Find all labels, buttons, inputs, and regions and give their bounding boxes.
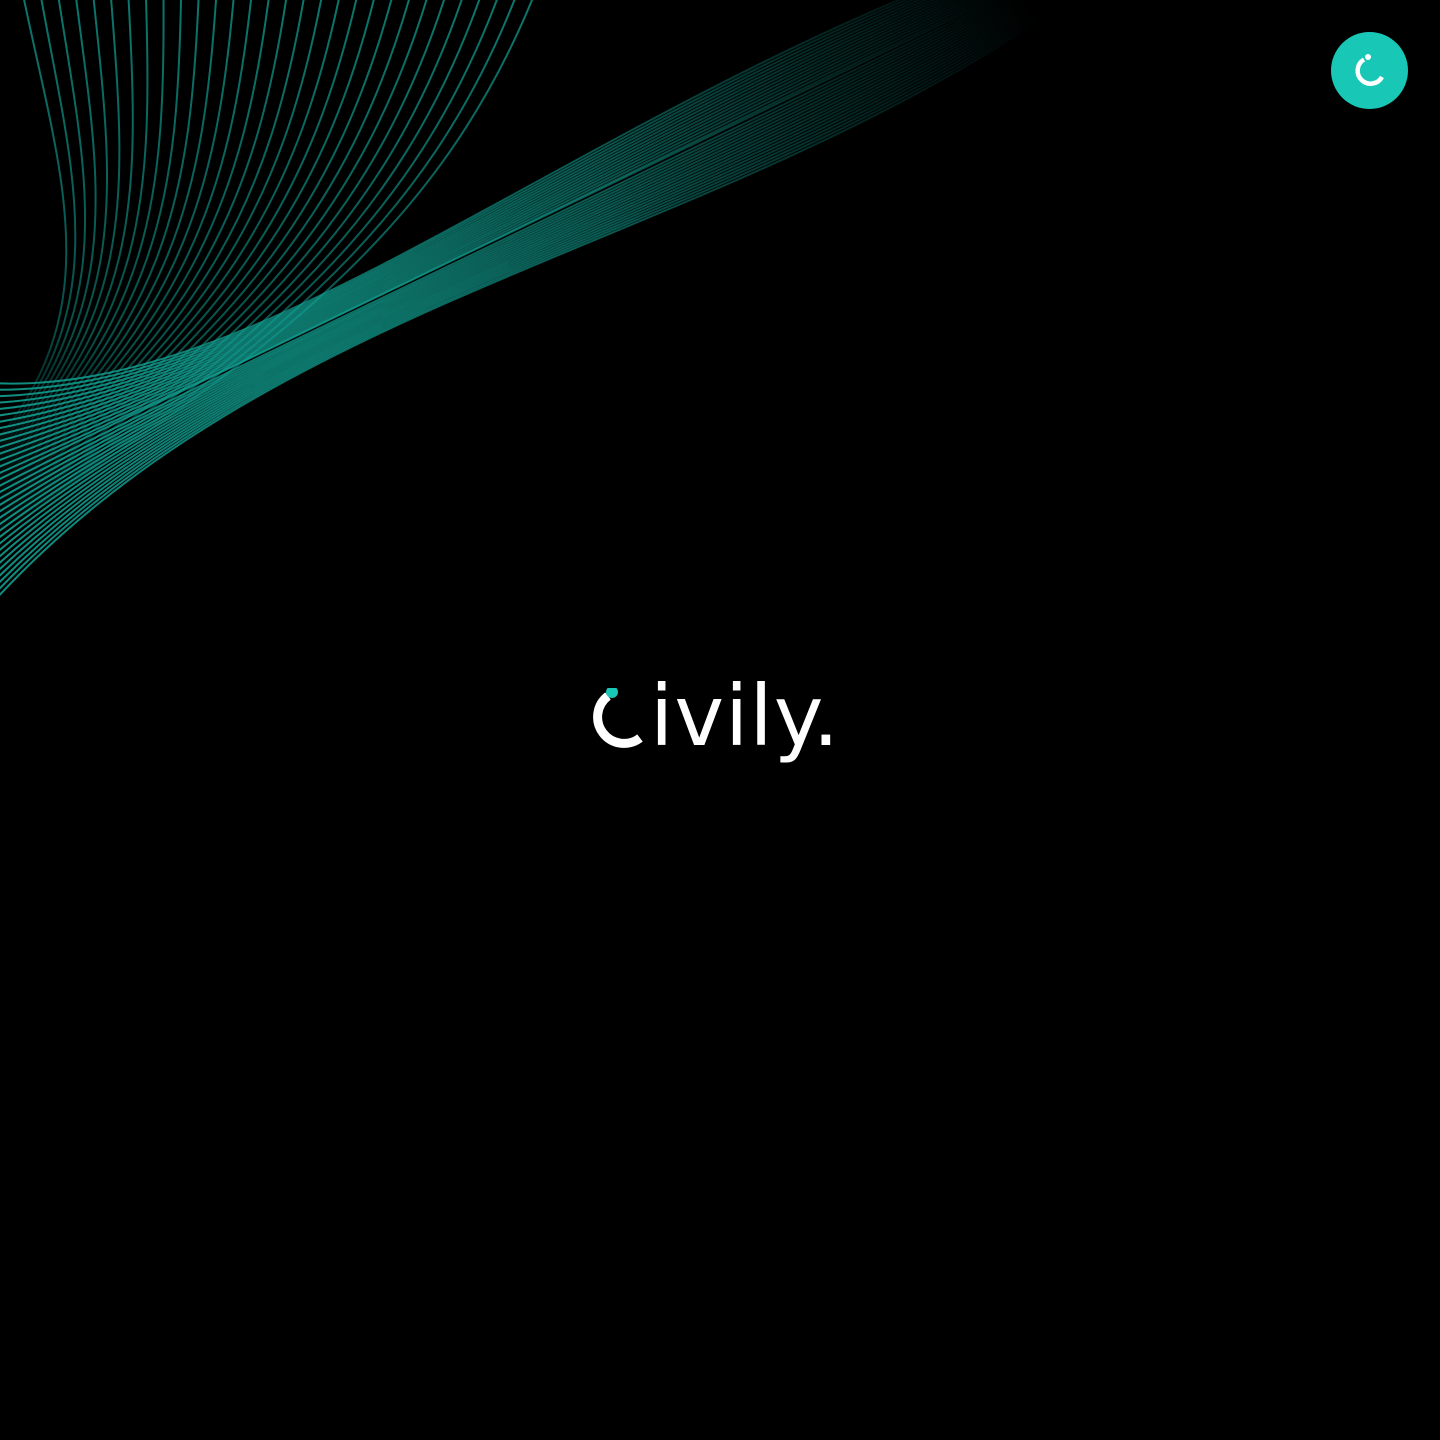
wave-line (0, 13, 1037, 577)
wave-line (0, 0, 984, 468)
wave-line (0, 0, 340, 499)
wave-line (0, 0, 375, 505)
wave-line (0, 0, 68, 439)
wave-line (0, 0, 516, 529)
wave-line (0, 0, 358, 502)
wave-line (0, 0, 922, 404)
wave-line (0, 0, 463, 520)
wave-line (0, 0, 967, 449)
wave-line (0, 0, 428, 514)
wave-line (0, 0, 961, 442)
wave-line (0, 0, 165, 467)
wave-line (0, 0, 109, 453)
wave-line (0, 0, 134, 460)
wave-line (0, 0, 929, 410)
wave-line (0, 0, 902, 385)
wave-line (0, 8, 1034, 558)
wave-line (0, 0, 1020, 513)
wave-line (0, 17, 1040, 590)
wave-line (0, 0, 972, 455)
wave-line (0, 0, 481, 523)
wave-line (0, 0, 1015, 507)
wave-line (0, 0, 410, 511)
wave-line (0, 0, 121, 457)
wave-line (0, 19, 1041, 597)
wave-line (0, 6, 1033, 552)
wave-line (0, 0, 1028, 526)
wave-line (0, 0, 77, 442)
wave-line (0, 0, 942, 423)
wave-line (0, 0, 87, 446)
wave-line (0, 0, 97, 450)
civily-logo: ivily. (588, 668, 868, 788)
wave-line (0, 0, 909, 391)
civily-badge-button[interactable] (1331, 32, 1408, 109)
wave-line (0, 0, 305, 493)
wave-line (0, 0, 235, 480)
wave-line (0, 0, 935, 417)
wave-line (0, 0, 288, 490)
wave-line (0, 0, 1010, 500)
wave-line (0, 15, 1039, 584)
wave-line (0, 0, 183, 470)
wave-line (0, 4, 1031, 545)
civily-c-mark-icon (1354, 53, 1384, 86)
wave-line (0, 0, 916, 398)
wave-line (0, 0, 995, 481)
wave-line (0, 0, 1025, 519)
wave-line (0, 0, 948, 430)
wave-line (0, 2, 1030, 539)
wave-line (0, 0, 1029, 532)
wave-line (0, 0, 954, 436)
wave-line (0, 0, 498, 526)
civily-c-logo-icon (593, 688, 643, 748)
wordmark: ivily. (650, 667, 841, 765)
wave-line (0, 0, 149, 464)
wave-line (0, 10, 1035, 564)
wave-line (0, 0, 323, 496)
wave-line (0, 0, 978, 462)
wave-line (0, 0, 200, 474)
wave-line (0, 0, 446, 517)
splash-screen: ivily. (0, 0, 1440, 1440)
wave-line (0, 0, 393, 508)
wave-line (0, 0, 1005, 494)
wave-line (0, 0, 217, 477)
wave-line (0, 11, 1036, 571)
wave-line (0, 0, 989, 474)
wave-line (0, 0, 534, 532)
wave-line (0, 0, 1000, 487)
wave-line (0, 0, 252, 483)
wave-line (0, 0, 270, 486)
